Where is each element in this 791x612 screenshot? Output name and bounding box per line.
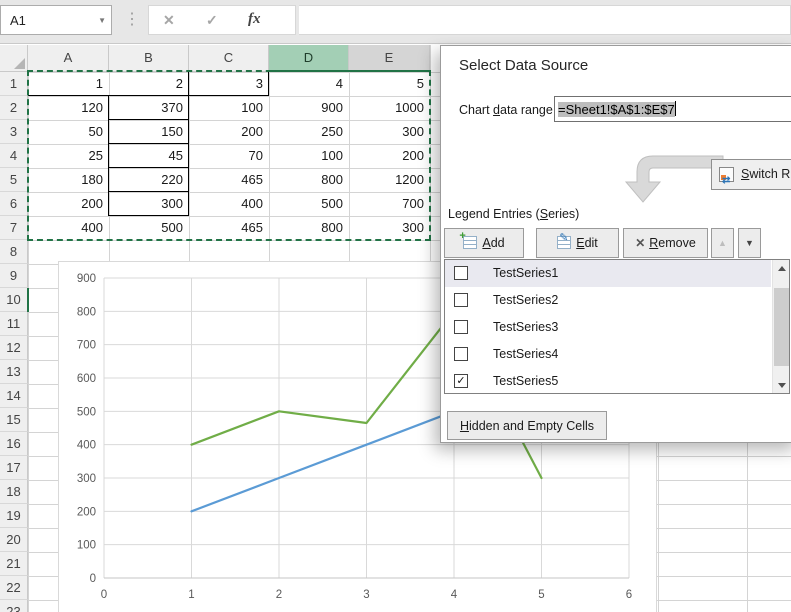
row-header-23[interactable]: 23 (0, 600, 28, 612)
y-axis-tick-label: 300 (77, 473, 96, 485)
y-axis-tick-label: 800 (77, 306, 96, 318)
y-axis-tick-label: 500 (77, 406, 96, 418)
x-axis-tick-label: 1 (188, 589, 194, 601)
dialog-title: Select Data Source (459, 57, 588, 74)
x-axis-tick-label: 4 (451, 589, 458, 601)
series-list-item-testseries4[interactable]: TestSeries4 (445, 341, 771, 368)
row-header-21[interactable]: 21 (0, 552, 28, 576)
select-data-source-dialog: Select Data Source Chart data range: =Sh… (440, 45, 791, 443)
row-header-7[interactable]: 7 (0, 216, 28, 240)
column-header-b[interactable]: B (109, 45, 189, 72)
scrollbar-thumb[interactable] (774, 288, 789, 366)
series-name: TestSeries2 (493, 293, 558, 307)
edit-series-button[interactable]: ✎Edit (536, 228, 619, 258)
x-axis-tick-label: 5 (538, 589, 544, 601)
series-name: TestSeries3 (493, 320, 558, 334)
hidden-and-empty-cells-button[interactable]: Hidden and Empty Cells (447, 411, 607, 440)
y-axis-tick-label: 200 (77, 506, 96, 518)
row-header-5[interactable]: 5 (0, 168, 28, 192)
remove-series-button[interactable]: ✕Remove (623, 228, 708, 258)
scroll-up-icon[interactable] (773, 260, 790, 277)
series-list-item-testseries1[interactable]: TestSeries1 (445, 260, 771, 287)
y-axis-tick-label: 700 (77, 340, 96, 352)
name-box[interactable]: A1 ▼ (0, 5, 112, 35)
formula-actions: ✕ ✓ fx (148, 5, 296, 35)
row-header-2[interactable]: 2 (0, 96, 28, 120)
add-series-button[interactable]: +Add (444, 228, 524, 258)
series-list-item-testseries2[interactable]: TestSeries2 (445, 287, 771, 314)
column-header-a[interactable]: A (28, 45, 109, 72)
series-checkbox[interactable] (454, 293, 468, 307)
toolbar-grip-icon: ⋮ (124, 9, 140, 29)
row-header-17[interactable]: 17 (0, 456, 28, 480)
cancel-icon[interactable]: ✕ (163, 12, 175, 29)
y-axis-tick-label: 400 (77, 440, 96, 452)
selected-text: =Sheet1!$A$1:$E$7 (558, 102, 675, 117)
chart-data-range-label: Chart data range: (459, 103, 556, 117)
legend-entries-label: Legend Entries (Series) (448, 207, 579, 221)
series-name: TestSeries1 (493, 266, 558, 280)
series-list-item-testseries5[interactable]: ✓ TestSeries5 (445, 368, 771, 394)
row-header-14[interactable]: 14 (0, 384, 28, 408)
column-header-e[interactable]: E (349, 45, 430, 72)
y-axis-tick-label: 600 (77, 373, 96, 385)
formula-bar-input[interactable] (299, 5, 791, 35)
x-axis-tick-label: 0 (101, 589, 107, 601)
row-header-1[interactable]: 1 (0, 72, 28, 96)
row-header-22[interactable]: 22 (0, 576, 28, 600)
series-checkbox[interactable] (454, 347, 468, 361)
excel-window: A1 ▼ ⋮ ✕ ✓ fx ABCDE123456789101112131415… (0, 0, 791, 612)
row-header-4[interactable]: 4 (0, 144, 28, 168)
row-header-15[interactable]: 15 (0, 408, 28, 432)
scroll-down-icon[interactable] (773, 376, 790, 393)
row-header-10[interactable]: 10 (0, 288, 28, 312)
chart-data-range-input[interactable]: =Sheet1!$A$1:$E$7 (554, 96, 791, 122)
row-indicator (27, 288, 29, 312)
column-header-d[interactable]: D (269, 45, 349, 72)
x-axis-tick-label: 6 (626, 589, 632, 601)
series-name: TestSeries4 (493, 347, 558, 361)
x-axis-tick-label: 2 (276, 589, 282, 601)
switch-row-column-button[interactable]: ⇄ Switch R (711, 159, 791, 190)
series-list: TestSeries1 TestSeries2 TestSeries3 TestSer… (445, 260, 789, 394)
column-header-c[interactable]: C (189, 45, 269, 72)
row-header-6[interactable]: 6 (0, 192, 28, 216)
row-header-8[interactable]: 8 (0, 240, 28, 264)
remove-icon: ✕ (635, 236, 645, 250)
series-checkbox[interactable]: ✓ (454, 374, 468, 388)
text-caret (675, 101, 676, 116)
row-header-3[interactable]: 3 (0, 120, 28, 144)
row-header-11[interactable]: 11 (0, 312, 28, 336)
row-header-18[interactable]: 18 (0, 480, 28, 504)
enter-icon[interactable]: ✓ (206, 12, 218, 29)
list-scrollbar[interactable] (772, 260, 789, 393)
row-header-16[interactable]: 16 (0, 432, 28, 456)
insert-function-icon[interactable]: fx (248, 11, 261, 28)
y-axis-tick-label: 100 (77, 540, 96, 552)
name-box-value: A1 (10, 13, 26, 28)
series-list-item-testseries3[interactable]: TestSeries3 (445, 314, 771, 341)
name-box-dropdown-icon[interactable]: ▼ (98, 16, 106, 25)
row-header-9[interactable]: 9 (0, 264, 28, 288)
y-axis-tick-label: 0 (90, 573, 96, 585)
edit-icon: ✎ (557, 236, 571, 249)
series-checkbox[interactable] (454, 320, 468, 334)
series-checkbox[interactable] (454, 266, 468, 280)
row-header-19[interactable]: 19 (0, 504, 28, 528)
y-axis-tick-label: 900 (77, 273, 96, 285)
selection-marching-ants (27, 70, 431, 241)
row-header-13[interactable]: 13 (0, 360, 28, 384)
series-name: TestSeries5 (493, 374, 558, 388)
add-icon: + (463, 236, 477, 249)
row-header-12[interactable]: 12 (0, 336, 28, 360)
switch-row-column-icon: ⇄ (719, 167, 734, 182)
formula-toolbar: A1 ▼ ⋮ ✕ ✓ fx (0, 0, 791, 44)
move-series-up-button[interactable]: ▲ (711, 228, 734, 258)
row-header-20[interactable]: 20 (0, 528, 28, 552)
move-series-down-button[interactable]: ▼ (738, 228, 761, 258)
x-axis-tick-label: 3 (363, 589, 369, 601)
legend-entries-list[interactable]: TestSeries1 TestSeries2 TestSeries3 TestSer… (444, 259, 790, 394)
select-all-corner[interactable] (0, 45, 28, 72)
